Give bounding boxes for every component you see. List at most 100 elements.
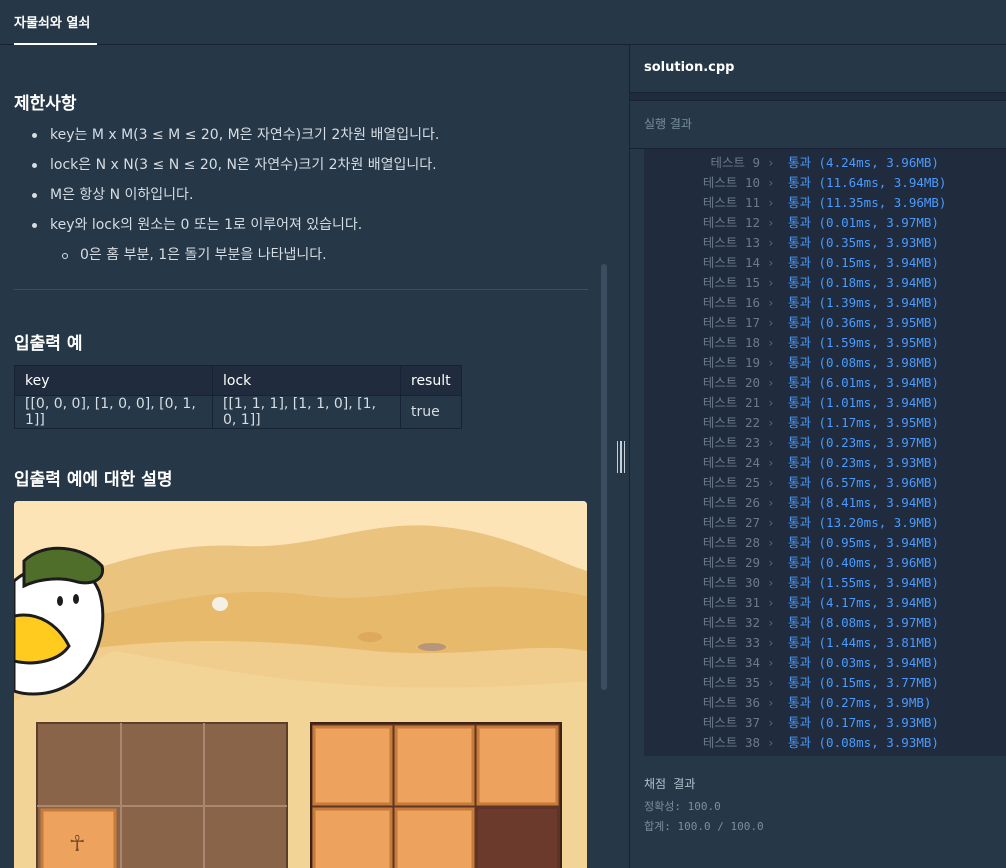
result-row: 테스트 19 › 통과 (0.08ms, 3.98MB) — [644, 353, 1006, 373]
test-name: 테스트 28 — [702, 535, 760, 550]
test-name: 테스트 36 — [702, 695, 760, 710]
test-status: 통과 (8.08ms, 3.97MB) — [788, 615, 939, 630]
constraint-item: key는 M x M(3 ≤ M ≤ 20, M은 자연수)크기 2차원 배열입… — [32, 125, 439, 155]
constraint-item: key와 lock의 원소는 0 또는 1로 이루어져 있습니다. — [32, 215, 439, 245]
test-name: 테스트 14 — [702, 255, 760, 270]
result-row: 테스트 35 › 통과 (0.15ms, 3.77MB) — [644, 673, 1006, 693]
result-row: 테스트 34 › 통과 (0.03ms, 3.94MB) — [644, 653, 1006, 673]
test-name: 테스트 17 — [702, 315, 760, 330]
constraint-item: M은 항상 N 이하입니다. — [32, 185, 439, 215]
test-status: 통과 (1.17ms, 3.95MB) — [788, 415, 939, 430]
result-row: 테스트 23 › 통과 (0.23ms, 3.97MB) — [644, 433, 1006, 453]
svg-text:☥: ☥ — [69, 832, 85, 857]
test-name: 테스트 11 — [702, 195, 760, 210]
constraints-list: key는 M x M(3 ≤ M ≤ 20, M은 자연수)크기 2차원 배열입… — [32, 125, 439, 275]
result-row: 테스트 12 › 통과 (0.01ms, 3.97MB) — [644, 213, 1006, 233]
chevron-right-icon: › — [767, 355, 775, 370]
explanation-illustration: ☥ — [14, 501, 587, 868]
grading-summary: 채점 결과 정확성: 100.0 합계: 100.0 / 100.0 — [644, 775, 764, 837]
test-name: 테스트 16 — [702, 295, 760, 310]
grading-accuracy: 정확성: 100.0 — [644, 800, 721, 813]
editor-file-tab: solution.cpp — [630, 45, 1006, 93]
chevron-right-icon: › — [767, 435, 775, 450]
test-name: 테스트 20 — [702, 375, 760, 390]
io-example-heading: 입출력 예 — [14, 334, 83, 354]
test-status: 통과 (0.15ms, 3.77MB) — [788, 675, 939, 690]
result-row: 테스트 38 › 통과 (0.08ms, 3.93MB) — [644, 733, 1006, 753]
test-status: 통과 (1.55ms, 3.94MB) — [788, 575, 939, 590]
test-status: 통과 (0.40ms, 3.96MB) — [788, 555, 939, 570]
chevron-right-icon: › — [767, 255, 775, 270]
table-header-row: key lock result — [14, 365, 462, 396]
test-name: 테스트 26 — [702, 495, 760, 510]
result-row: 테스트 11 › 통과 (11.35ms, 3.96MB) — [644, 193, 1006, 213]
test-status: 통과 (0.08ms, 3.98MB) — [788, 355, 939, 370]
result-row: 테스트 26 › 통과 (8.41ms, 3.94MB) — [644, 493, 1006, 513]
result-row: 테스트 28 › 통과 (0.95ms, 3.94MB) — [644, 533, 1006, 553]
test-status: 통과 (11.35ms, 3.96MB) — [788, 195, 947, 210]
constraint-item: lock은 N x N(3 ≤ N ≤ 20, N은 자연수)크기 2차원 배열… — [32, 155, 439, 185]
chevron-right-icon: › — [767, 595, 775, 610]
test-name: 테스트 34 — [702, 655, 760, 670]
test-name: 테스트 30 — [702, 575, 760, 590]
table-row: [[0, 0, 0], [1, 0, 0], [0, 1, 1]] [[1, 1… — [14, 395, 462, 429]
run-result-label: 실행 결과 — [644, 117, 692, 131]
result-row: 테스트 17 › 통과 (0.36ms, 3.95MB) — [644, 313, 1006, 333]
chevron-right-icon: › — [767, 655, 775, 670]
chevron-right-icon: › — [767, 555, 775, 570]
problem-tab[interactable]: 자물쇠와 열쇠 — [14, 0, 97, 45]
test-status: 통과 (8.41ms, 3.94MB) — [788, 495, 939, 510]
chevron-right-icon: › — [767, 175, 775, 190]
result-row: 테스트 16 › 통과 (1.39ms, 3.94MB) — [644, 293, 1006, 313]
result-row: 테스트 29 › 통과 (0.40ms, 3.96MB) — [644, 553, 1006, 573]
chevron-right-icon: › — [767, 735, 775, 750]
result-row: 테스트 20 › 통과 (6.01ms, 3.94MB) — [644, 373, 1006, 393]
test-name: 테스트 22 — [702, 415, 760, 430]
result-console: 테스트 9 › 통과 (4.24ms, 3.96MB) 테스트 10 › 통과 (11.6… — [644, 149, 1006, 756]
test-status: 통과 (1.39ms, 3.94MB) — [788, 295, 939, 310]
chevron-right-icon: › — [767, 715, 775, 730]
desert-scene-image: ☥ — [14, 501, 587, 868]
cell-key: [[0, 0, 0], [1, 0, 0], [0, 1, 1]] — [14, 395, 213, 429]
test-name: 테스트 10 — [702, 175, 760, 190]
drag-grip-icon[interactable] — [617, 441, 625, 473]
test-name: 테스트 31 — [702, 595, 760, 610]
test-status: 통과 (6.57ms, 3.96MB) — [788, 475, 939, 490]
split-pane-handle[interactable] — [612, 45, 630, 868]
test-status: 통과 (0.15ms, 3.94MB) — [788, 255, 939, 270]
result-row: 테스트 22 › 통과 (1.17ms, 3.95MB) — [644, 413, 1006, 433]
test-name: 테스트 24 — [702, 455, 760, 470]
chevron-right-icon: › — [767, 295, 775, 310]
grading-total: 합계: 100.0 / 100.0 — [644, 820, 764, 833]
column-header-result: result — [400, 365, 462, 396]
result-row: 테스트 33 › 통과 (1.44ms, 3.81MB) — [644, 633, 1006, 653]
result-row: 테스트 24 › 통과 (0.23ms, 3.93MB) — [644, 453, 1006, 473]
chevron-right-icon: › — [767, 635, 775, 650]
editor-sub-bar — [630, 93, 1006, 101]
chevron-right-icon: › — [767, 375, 775, 390]
result-row: 테스트 18 › 통과 (1.59ms, 3.95MB) — [644, 333, 1006, 353]
chevron-right-icon: › — [767, 395, 775, 410]
test-name: 테스트 38 — [702, 735, 760, 750]
result-row: 테스트 31 › 통과 (4.17ms, 3.94MB) — [644, 593, 1006, 613]
explanation-heading: 입출력 예에 대한 설명 — [14, 470, 173, 490]
chevron-right-icon: › — [767, 235, 775, 250]
cell-result: true — [400, 395, 462, 429]
test-name: 테스트 23 — [702, 435, 760, 450]
chevron-right-icon: › — [767, 695, 775, 710]
chevron-right-icon: › — [767, 215, 775, 230]
result-row: 테스트 25 › 통과 (6.57ms, 3.96MB) — [644, 473, 1006, 493]
test-name: 테스트 33 — [702, 635, 760, 650]
chevron-right-icon: › — [767, 475, 775, 490]
file-name-label[interactable]: solution.cpp — [644, 60, 735, 75]
test-status: 통과 (0.01ms, 3.97MB) — [788, 215, 939, 230]
result-row: 테스트 14 › 통과 (0.15ms, 3.94MB) — [644, 253, 1006, 273]
test-status: 통과 (13.20ms, 3.9MB) — [788, 515, 939, 530]
problem-scrollbar[interactable] — [601, 264, 607, 690]
test-name: 테스트 25 — [702, 475, 760, 490]
constraints-heading: 제한사항 — [14, 94, 77, 114]
chevron-right-icon: › — [767, 275, 775, 290]
test-status: 통과 (0.35ms, 3.93MB) — [788, 235, 939, 250]
problem-panel: 제한사항 key는 M x M(3 ≤ M ≤ 20, M은 자연수)크기 2차… — [0, 45, 612, 868]
sub-constraint-item: 0은 홈 부분, 1은 돌기 부분을 나타냅니다. — [32, 245, 439, 275]
